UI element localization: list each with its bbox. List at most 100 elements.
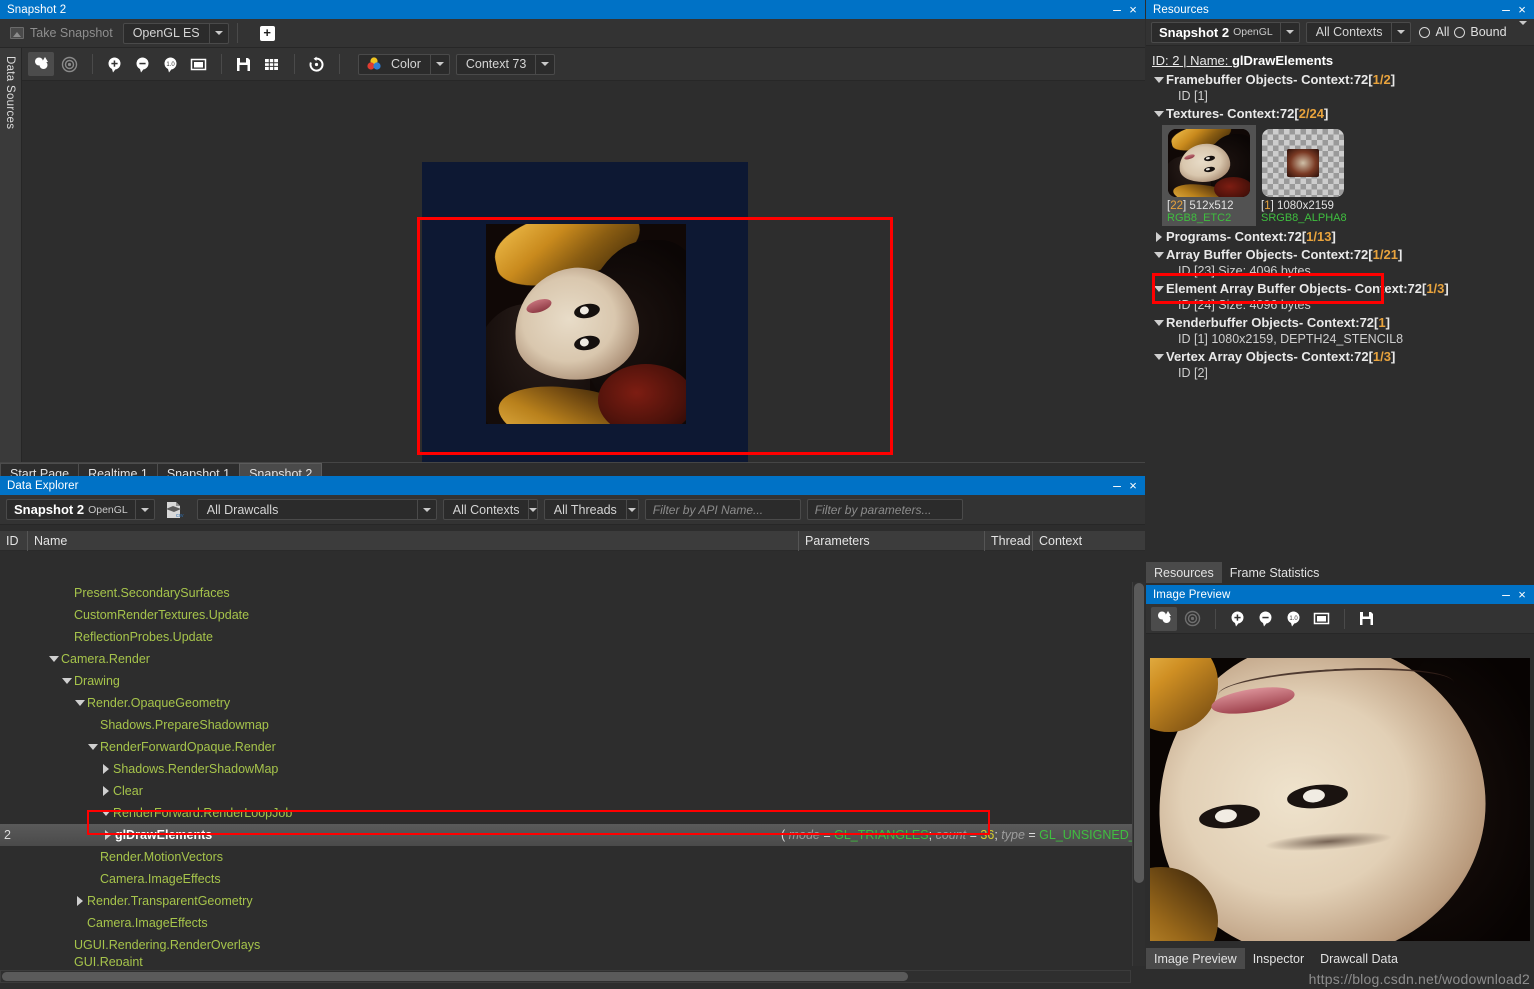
table-row[interactable]: RenderForwardOpaque.Render — [0, 736, 1145, 758]
chevron-down-icon[interactable] — [535, 54, 554, 74]
resource-group[interactable]: Vertex Array Objects - Context:72 [1/3] — [1152, 349, 1534, 364]
table-row[interactable]: Shadows.RenderShadowMap — [0, 758, 1145, 780]
api-name-filter-input[interactable]: Filter by API Name... — [644, 499, 801, 520]
chevron-down-icon[interactable] — [1391, 22, 1410, 42]
fit-to-window-icon[interactable] — [1308, 607, 1334, 631]
chevron-down-icon[interactable] — [1152, 353, 1166, 360]
radio-bound[interactable] — [1454, 26, 1466, 38]
color-channels-icon[interactable] — [1151, 606, 1177, 631]
save-image-icon[interactable] — [230, 52, 256, 76]
chevron-down-icon[interactable] — [86, 744, 100, 750]
zoom-in-icon[interactable] — [1224, 607, 1250, 631]
threads-filter-combo[interactable]: All Threads — [543, 499, 639, 520]
close-icon[interactable]: × — [1514, 587, 1530, 603]
color-channels-icon[interactable] — [28, 52, 54, 76]
chevron-down-icon[interactable] — [429, 54, 449, 74]
resource-group[interactable]: Framebuffer Objects - Context:72 [1/2] — [1152, 72, 1534, 87]
resources-overflow-chevron-down-icon[interactable] — [1518, 21, 1527, 39]
minimize-icon[interactable]: – — [1109, 478, 1125, 494]
refresh-icon[interactable] — [303, 52, 329, 76]
csv-export-icon[interactable]: csv — [163, 499, 185, 521]
table-row[interactable]: Camera.ImageEffects — [0, 868, 1145, 890]
table-row[interactable]: RenderForward.RenderLoopJob — [0, 802, 1145, 824]
take-snapshot-button[interactable]: Take Snapshot — [6, 26, 117, 40]
column-header-name[interactable]: Name — [28, 531, 798, 551]
chevron-down-icon[interactable] — [416, 500, 436, 519]
resource-group[interactable]: Textures - Context:72 [2/24] — [1152, 106, 1534, 121]
table-row-selected[interactable]: 2 glDrawElements ( mode = GL_TRIANGLES; co… — [0, 824, 1145, 846]
column-header-parameters[interactable]: Parameters — [799, 531, 984, 551]
table-row[interactable]: Camera.Render — [0, 648, 1145, 670]
zoom-actual-size-icon[interactable]: 1.0 — [1280, 607, 1306, 631]
data-sources-side-tab[interactable]: Data Sources — [0, 48, 22, 462]
save-image-icon[interactable] — [1353, 607, 1379, 631]
table-row[interactable]: Render.OpaqueGeometry — [0, 692, 1145, 714]
column-header-thread[interactable]: Thread — [985, 531, 1032, 551]
chevron-down-icon[interactable] — [60, 678, 74, 684]
zoom-actual-size-icon[interactable]: 1.0 — [157, 52, 183, 76]
resource-group[interactable]: Renderbuffer Objects - Context:72 [1] — [1152, 315, 1534, 330]
chevron-down-icon[interactable] — [1152, 251, 1166, 258]
zoom-out-icon[interactable] — [1252, 607, 1278, 631]
tab-frame-statistics[interactable]: Frame Statistics — [1221, 562, 1328, 583]
resource-item[interactable]: ID [2] — [1178, 366, 1534, 380]
scrollbar-thumb[interactable] — [1134, 583, 1144, 883]
resources-contexts-combo[interactable]: All Contexts — [1305, 21, 1412, 43]
zoom-out-icon[interactable] — [129, 52, 155, 76]
contexts-filter-combo[interactable]: All Contexts — [442, 499, 538, 520]
chevron-right-icon[interactable] — [101, 830, 115, 840]
alpha-channel-icon[interactable] — [1179, 607, 1205, 631]
tab-resources[interactable]: Resources — [1146, 562, 1222, 583]
drawcalls-filter-combo[interactable]: All Drawcalls — [196, 499, 437, 520]
close-icon[interactable]: × — [1125, 478, 1141, 494]
resource-item[interactable]: ID [24] Size: 4096 bytes — [1178, 298, 1534, 312]
resource-item[interactable]: ID [23] Size: 4096 bytes — [1178, 264, 1534, 278]
resource-group[interactable]: Array Buffer Objects - Context:72 [1/21] — [1152, 247, 1534, 262]
scrollbar-thumb[interactable] — [2, 972, 908, 981]
resource-item[interactable]: ID [1] — [1178, 89, 1534, 103]
table-row[interactable]: Drawing — [0, 670, 1145, 692]
close-icon[interactable]: × — [1514, 2, 1530, 18]
alpha-channel-icon[interactable] — [56, 52, 82, 76]
column-header-id[interactable]: ID — [0, 531, 27, 551]
fit-to-window-icon[interactable] — [185, 52, 211, 76]
tab-drawcall-data[interactable]: Drawcall Data — [1312, 948, 1406, 969]
tab-inspector[interactable]: Inspector — [1244, 948, 1313, 969]
snapshot-source-combo[interactable]: Snapshot 2 OpenGL — [6, 499, 155, 520]
chevron-right-icon[interactable] — [1152, 231, 1166, 242]
table-row[interactable]: CustomRenderTextures.Update — [0, 604, 1145, 626]
image-preview-canvas[interactable] — [1150, 658, 1530, 941]
table-row[interactable]: Camera.ImageEffects — [0, 912, 1145, 934]
chevron-right-icon[interactable] — [73, 896, 87, 906]
tab-image-preview[interactable]: Image Preview — [1146, 948, 1245, 969]
chevron-down-icon[interactable] — [1279, 22, 1299, 42]
table-row[interactable]: Shadows.PrepareShadowmap — [0, 714, 1145, 736]
chevron-down-icon[interactable] — [208, 23, 228, 43]
close-icon[interactable]: × — [1125, 2, 1141, 18]
chevron-down-icon[interactable] — [1152, 285, 1166, 292]
chevron-down-icon[interactable] — [134, 500, 154, 519]
chevron-down-icon[interactable] — [1152, 319, 1166, 326]
drawcall-tree[interactable]: Present.SecondarySurfaces CustomRenderTex… — [0, 582, 1145, 966]
resource-item[interactable]: ID [1] 1080x2159, DEPTH24_STENCIL8 — [1178, 332, 1534, 346]
chevron-down-icon[interactable] — [47, 656, 61, 662]
minimize-icon[interactable]: – — [1498, 2, 1514, 18]
drawcall-horizontal-scrollbar[interactable] — [0, 970, 1131, 983]
resource-group[interactable]: Programs - Context:72 [1/13] — [1152, 229, 1534, 244]
chevron-down-icon[interactable] — [625, 500, 638, 519]
chevron-down-icon[interactable] — [99, 810, 113, 816]
minimize-icon[interactable]: – — [1498, 587, 1514, 603]
chevron-right-icon[interactable] — [99, 786, 113, 796]
table-row[interactable]: Clear — [0, 780, 1145, 802]
table-row[interactable]: Render.MotionVectors — [0, 846, 1145, 868]
radio-all[interactable] — [1419, 26, 1431, 38]
column-header-context[interactable]: Context — [1033, 531, 1113, 551]
chevron-right-icon[interactable] — [99, 764, 113, 774]
resources-tree[interactable]: ID: 2 | Name: glDrawElements Framebuffer… — [1146, 47, 1534, 561]
chevron-down-icon[interactable] — [528, 500, 538, 519]
minimize-icon[interactable]: – — [1109, 2, 1125, 18]
resources-snapshot-combo[interactable]: Snapshot 2 OpenGL — [1151, 21, 1300, 43]
texture-thumbnail-item[interactable]: [22] 512x512 RGB8_ETC2 — [1162, 125, 1256, 226]
resource-group[interactable]: Element Array Buffer Objects - Context:7… — [1152, 281, 1534, 296]
chevron-down-icon[interactable] — [1152, 110, 1166, 117]
